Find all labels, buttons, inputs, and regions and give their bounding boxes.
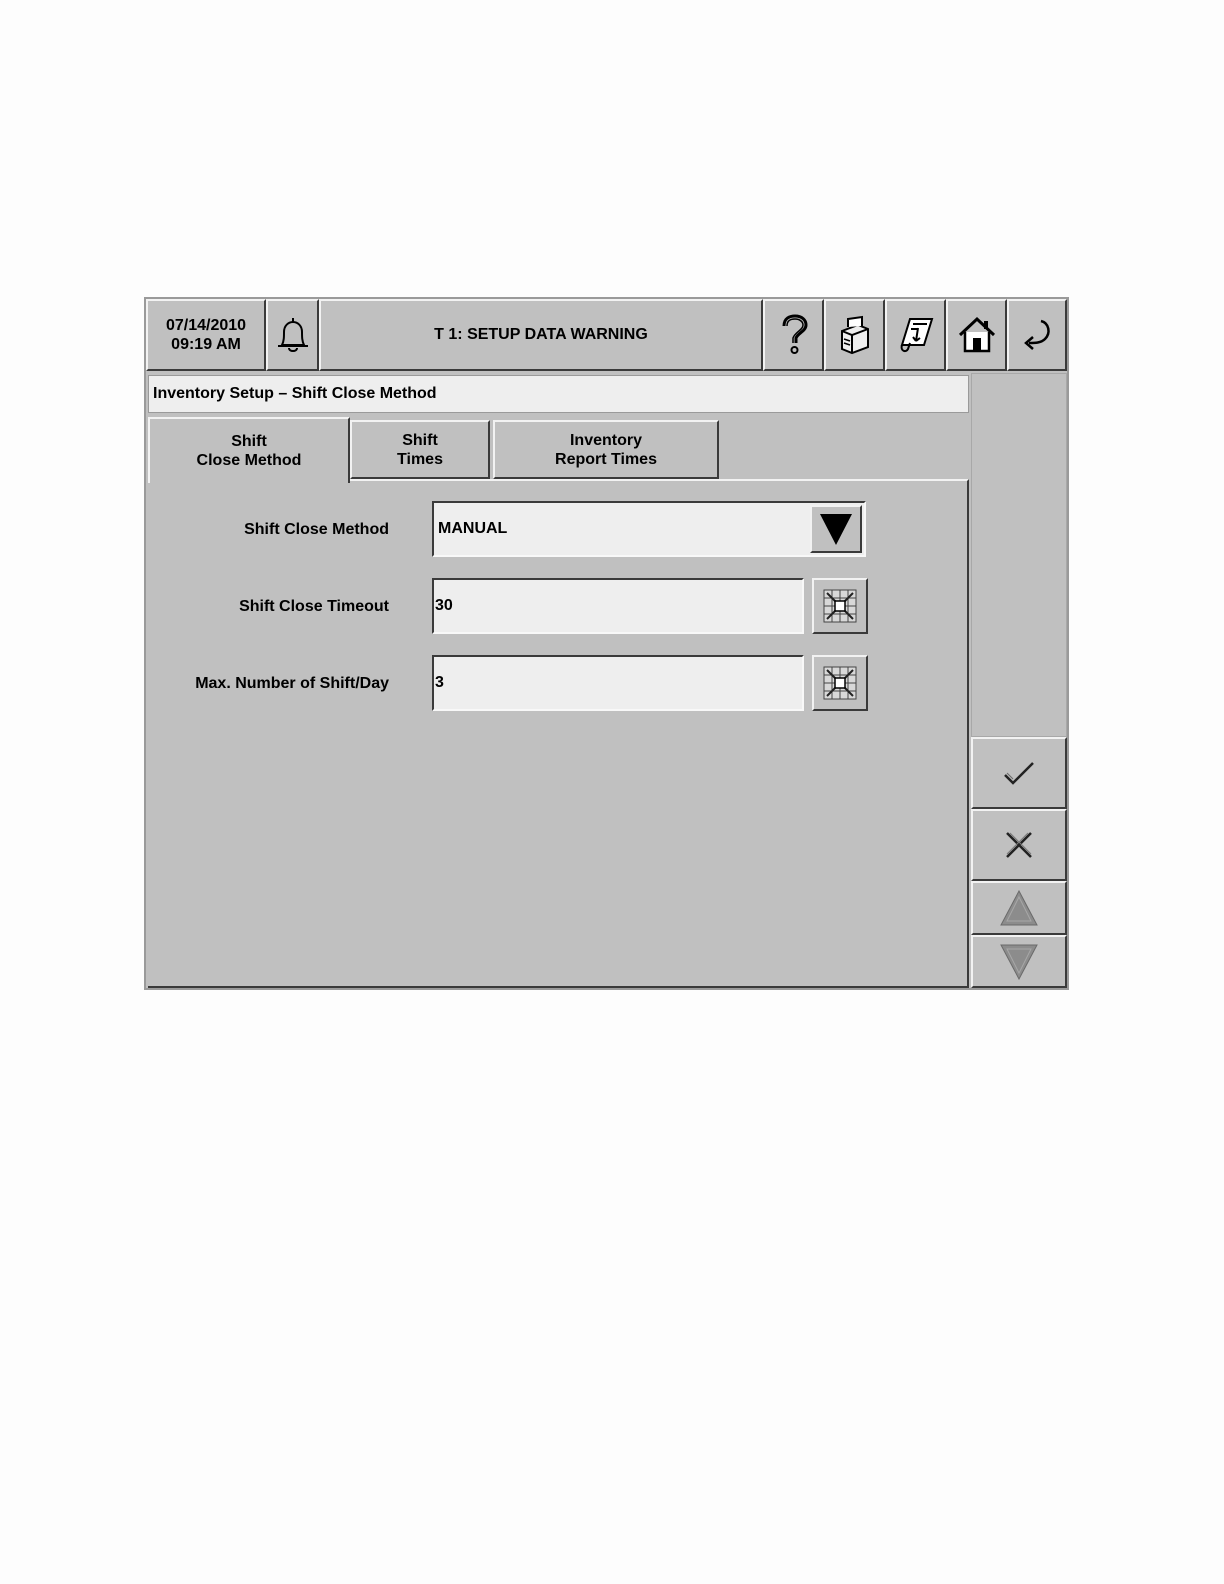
tab-label-line1: Shift: [231, 433, 267, 450]
page-title-text: Inventory Setup – Shift Close Method: [153, 385, 437, 402]
dropdown-button[interactable]: [810, 505, 862, 553]
tab-label-line1: Inventory: [569, 431, 642, 449]
chevron-down-icon: [820, 514, 852, 545]
shift-close-method-label: Shift Close Method: [244, 521, 389, 538]
top-bar: 07/14/2010 09:19 AM T 1: SETUP DATA WARN…: [146, 299, 1067, 371]
home-icon: [958, 316, 995, 353]
shift-close-timeout-field[interactable]: 30: [432, 578, 804, 634]
max-shifts-field[interactable]: 3: [432, 655, 804, 711]
keypad-icon: [823, 666, 857, 700]
tab-strip: Shift Close Method Shift Times Inventory Re…: [148, 417, 969, 483]
home-button[interactable]: [946, 299, 1007, 371]
date-text: 07/14/2010: [165, 317, 247, 334]
console-screen: 07/14/2010 09:19 AM T 1: SETUP DATA WARN…: [144, 297, 1069, 990]
cancel-icon: [1006, 832, 1032, 858]
tab-label-line1: Shift: [402, 431, 438, 449]
tab-label-line2: Report Times: [555, 450, 657, 468]
report-icon: [900, 318, 933, 353]
scroll-down-button[interactable]: [971, 935, 1067, 988]
shift-close-method-value: MANUAL: [438, 520, 508, 537]
shift-close-timeout-label: Shift Close Timeout: [239, 598, 389, 615]
shift-close-method-dropdown[interactable]: MANUAL: [432, 501, 866, 557]
scroll-down-icon: [1000, 944, 1038, 980]
page-title: Inventory Setup – Shift Close Method: [148, 375, 969, 413]
print-button[interactable]: [824, 299, 885, 371]
tab-shift-times[interactable]: Shift Times: [350, 420, 490, 479]
max-shifts-keypad-button[interactable]: [812, 655, 868, 711]
tab-inventory-report-times[interactable]: Inventory Report Times: [493, 420, 719, 479]
scroll-up-button[interactable]: [971, 881, 1067, 935]
reports-button[interactable]: [885, 299, 946, 371]
status-message-text: T 1: SETUP DATA WARNING: [434, 326, 648, 343]
back-button[interactable]: [1007, 299, 1067, 371]
max-shifts-value: 3: [435, 674, 444, 691]
tab-panel: Shift Close Method MANUAL Shift Close Ti…: [148, 479, 969, 988]
accept-button[interactable]: [971, 737, 1067, 809]
tab-label-line2: Times: [397, 450, 443, 468]
scroll-up-icon: [1000, 889, 1038, 926]
cancel-button[interactable]: [971, 809, 1067, 881]
shift-close-timeout-value: 30: [435, 597, 453, 614]
time-text: 09:19 AM: [171, 336, 241, 353]
help-icon: [782, 314, 808, 354]
help-button[interactable]: [763, 299, 824, 371]
shift-close-timeout-keypad-button[interactable]: [812, 578, 868, 634]
max-shifts-label: Max. Number of Shift/Day: [195, 675, 389, 692]
bell-icon: [277, 318, 308, 352]
date-time-display: 07/14/2010 09:19 AM: [146, 299, 266, 371]
tab-label-line2: Close Method: [196, 452, 302, 469]
accept-icon: [1004, 762, 1034, 785]
keypad-icon: [823, 589, 857, 623]
tab-shift-close-method[interactable]: Shift Close Method: [148, 417, 350, 483]
side-spacer: [971, 373, 1067, 737]
alarm-button[interactable]: [266, 299, 319, 371]
side-button-column: [971, 373, 1067, 988]
status-message[interactable]: T 1: SETUP DATA WARNING: [319, 299, 763, 371]
printer-icon: [840, 315, 869, 355]
back-icon: [1024, 319, 1050, 350]
